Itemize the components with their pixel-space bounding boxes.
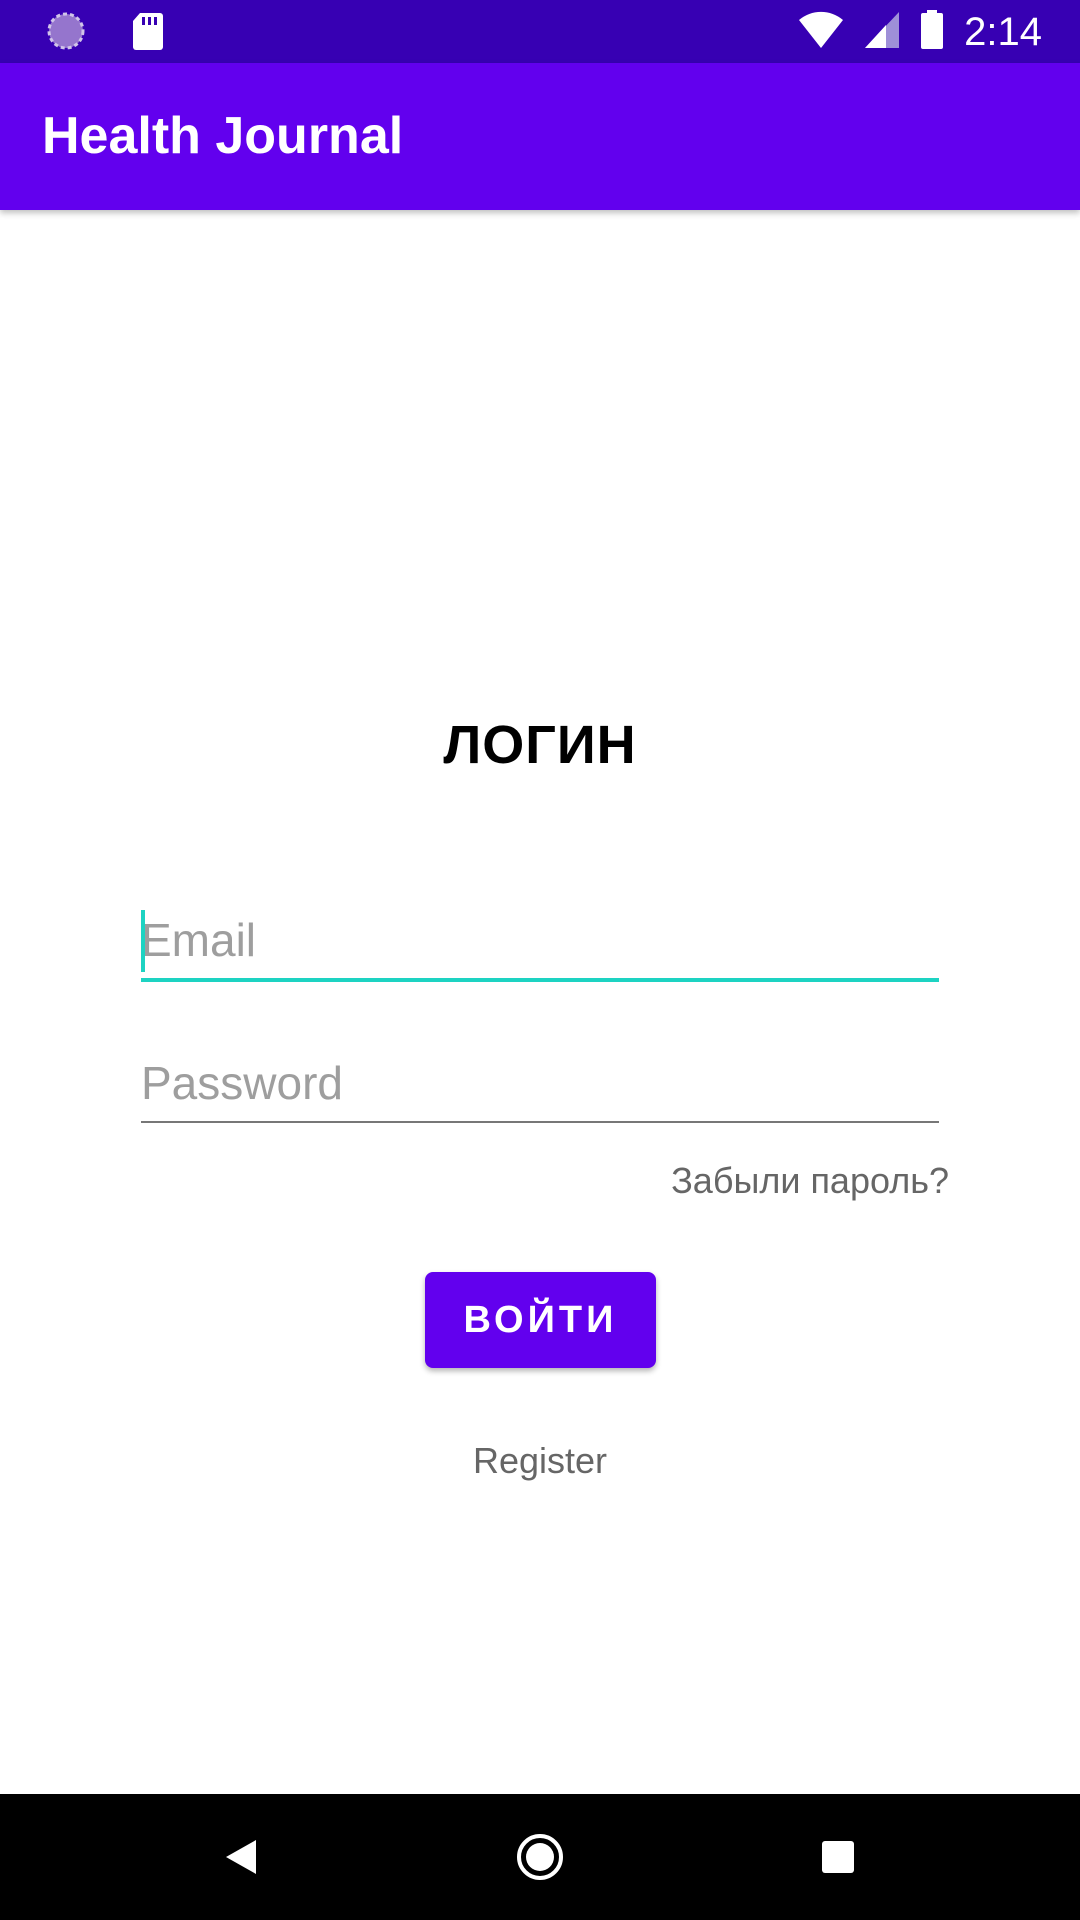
email-field-container — [141, 902, 939, 982]
status-bar: 2:14 — [0, 0, 1080, 63]
wifi-icon — [798, 11, 844, 54]
password-field[interactable] — [141, 1045, 939, 1121]
signal-icon — [864, 11, 900, 54]
battery-icon — [920, 9, 944, 55]
login-form: ЛОГИН Забыли пароль? ВОЙТИ Register — [0, 210, 1080, 1794]
navigation-bar — [0, 1794, 1080, 1920]
app-bar: Health Journal — [0, 63, 1080, 210]
home-icon[interactable] — [505, 1822, 575, 1892]
forgot-password-link[interactable]: Забыли пароль? — [671, 1160, 949, 1202]
status-time: 2:14 — [964, 10, 1042, 54]
back-icon[interactable] — [206, 1822, 276, 1892]
app-title: Health Journal — [42, 107, 404, 165]
loading-icon — [46, 11, 86, 56]
register-link[interactable]: Register — [0, 1440, 1080, 1482]
email-field[interactable] — [141, 902, 939, 978]
text-cursor — [141, 910, 145, 972]
login-button[interactable]: ВОЙТИ — [425, 1272, 656, 1368]
sd-card-icon — [132, 11, 164, 56]
password-field-container — [141, 1045, 939, 1123]
recents-icon[interactable] — [803, 1822, 873, 1892]
page-title: ЛОГИН — [443, 715, 637, 775]
